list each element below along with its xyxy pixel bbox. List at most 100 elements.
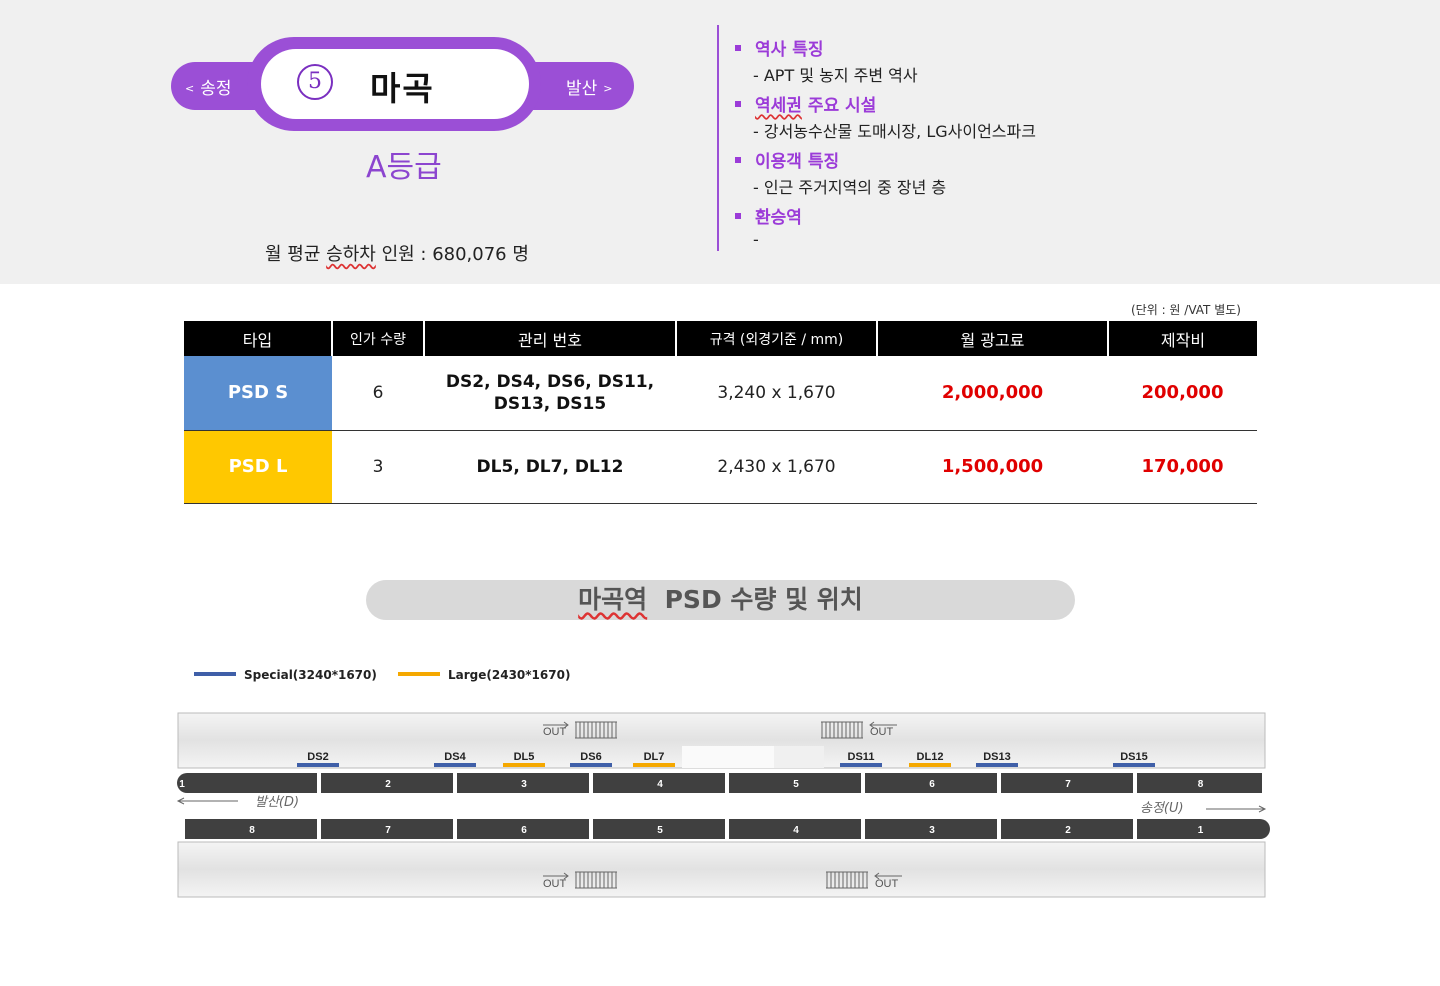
prev-station-label: 송정 [200,79,232,99]
bullet-icon [735,101,741,107]
psd-marker-label: DS13 [983,751,1011,763]
station-grade: A등급 [366,150,442,185]
train-car-number: 5 [657,825,663,836]
direction-left: 발산(D) [176,795,299,810]
train-car-number: 3 [929,825,935,836]
psd-marker-label: DS2 [307,751,328,763]
train-car-number: 8 [249,825,255,836]
bullet-icon [735,213,741,219]
train-car-number: 7 [385,825,391,836]
bullet-icon [735,157,741,163]
lower-train: 8 7 6 5 4 3 2 1 [185,819,1270,839]
train-car-number: 7 [1065,779,1071,790]
section-title: 마곡역 PSD 수량 및 위치 [366,580,1075,620]
qty-cell: 6 [332,356,424,431]
psd-marker-bar [840,763,882,767]
section-title-text: PSD 수량 및 위치 [664,585,863,614]
chevron-right-icon: > [603,82,613,95]
train-car: 6 [457,819,589,839]
codes-cell: DS2, DS4, DS6, DS11, DS13, DS15 [424,356,676,431]
platform-gap [682,746,774,768]
train-car: 8 [185,819,317,839]
train-car: 3 [865,819,997,839]
col-header-size: 규격 (외경기준 / mm) [675,321,877,356]
chevron-left-icon: < [185,82,195,95]
monthly-wavy: 승하차 [326,244,376,265]
station-number-icon: 5 [297,64,333,100]
size-cell: 3,240 x 1,670 [676,356,877,431]
train-car-number: 8 [1198,779,1204,790]
train-car: 7 [321,819,453,839]
info-block-transfer: 환승역 - [735,203,802,249]
out-label: OUT [543,878,567,890]
train-car-body [197,773,317,793]
monthly-fee-cell: 2,000,000 [877,356,1108,431]
out-label: OUT [870,726,894,738]
type-cell: PSD L [184,430,332,504]
col-header-production: 제작비 [1107,321,1257,356]
header-band [0,0,1440,284]
prev-station[interactable]: < 송정 [179,74,232,99]
psd-marker-label: DL7 [644,751,665,763]
psd-marker-bar [1113,763,1155,767]
production-fee-cell: 200,000 [1108,356,1257,431]
info-block-users: 이용객 특징 - 인근 주거지역의 중 장년 층 [735,147,946,198]
psd-marker-bar [434,763,476,767]
train-car-number: 4 [793,825,799,836]
info-detail: - 인근 주거지역의 중 장년 층 [753,178,947,197]
psd-marker-bar [503,763,545,767]
arrow-right-icon [1206,805,1267,813]
psd-marker-label: DL12 [917,751,944,763]
direction-label: 발산(D) [255,795,299,810]
train-car: 4 [593,773,725,793]
train-car: 8 [1137,773,1262,793]
info-detail: - [753,230,759,249]
psd-marker-bar [976,763,1018,767]
table-header-row: 타입 인가 수량 관리 번호 규격 (외경기준 / mm) 월 광고료 제작비 [184,321,1257,356]
train-car-number: 2 [385,779,391,790]
train-car: 2 [321,773,453,793]
info-block-facilities: 역세권 주요 시설 - 강서농수산물 도매시장, LG사이언스파크 [735,91,1036,142]
psd-marker-label: DL5 [514,751,535,763]
train-car-number: 1 [1198,825,1204,836]
table-row: PSD S 6 DS2, DS4, DS6, DS11, DS13, DS15 3… [184,356,1257,431]
train-car: 2 [1001,819,1133,839]
psd-marker-bar [633,763,675,767]
monthly-label: 월 평균 [265,244,321,265]
train-car-number: 5 [793,779,799,790]
psd-marker-bar [570,763,612,767]
train-car: 5 [729,773,861,793]
info-heading: 역사 특징 [735,35,918,60]
monthly-ridership: 월 평균 승하차 인원 : 680,076 명 [265,240,529,266]
info-block-history: 역사 특징 - APT 및 농지 주변 역사 [735,35,918,86]
lower-platform [177,841,1266,898]
out-label: OUT [543,726,567,738]
next-station[interactable]: 발산 > [566,74,619,99]
unit-note: (단위 : 원 /VAT 별도) [1131,303,1241,317]
platform-gap [774,746,824,768]
upper-train: 1 2 3 4 5 6 7 8 [177,773,1262,793]
qty-cell: 3 [332,430,424,504]
psd-marker-bar [909,763,951,767]
table-row: PSD L 3 DL5, DL7, DL12 2,430 x 1,670 1,5… [184,430,1257,504]
col-header-qty: 인가 수량 [331,321,424,356]
train-car-number: 4 [657,779,663,790]
direction-label: 송정(U) [1140,801,1184,816]
train-car: 7 [1001,773,1133,793]
monthly-value: 인원 : 680,076 명 [381,244,529,265]
pricing-table: 타입 인가 수량 관리 번호 규격 (외경기준 / mm) 월 광고료 제작비 … [184,321,1257,504]
type-cell: PSD S [184,356,332,431]
info-heading: 역세권 주요 시설 [735,91,1036,116]
arrow-left-icon [176,797,238,805]
divider [717,25,719,251]
psd-marker-label: DS4 [444,751,466,763]
train-car-number: 1 [179,779,185,790]
legend-swatch [398,672,440,676]
col-header-monthly: 월 광고료 [876,321,1108,356]
train-car: 1 [177,773,317,793]
psd-marker-bar [297,763,339,767]
psd-marker-label: DS11 [848,751,875,763]
platform-map: OUT OUT OUT OUT DS2 DS4 DL5 DS6 DL7 DS11 DL12 D… [176,712,1270,898]
info-heading: 이용객 특징 [735,147,946,172]
monthly-fee-cell: 1,500,000 [877,430,1108,504]
